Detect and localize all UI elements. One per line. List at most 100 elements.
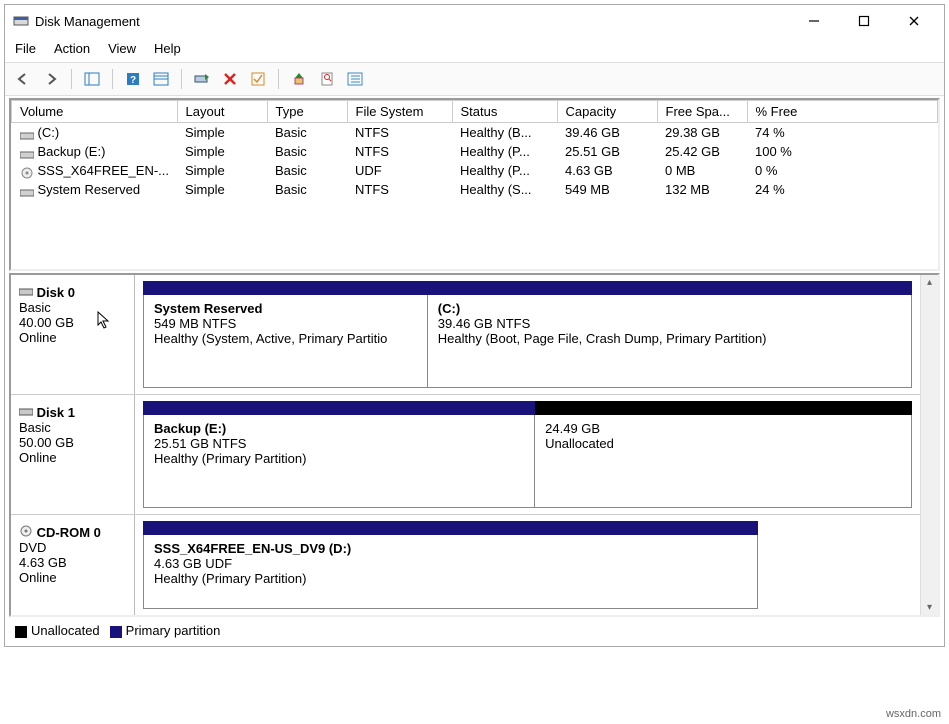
list-view-icon[interactable] <box>343 67 367 91</box>
partition-status: Unallocated <box>545 436 901 451</box>
partition-size: 25.51 GB NTFS <box>154 436 524 451</box>
col-capacity[interactable]: Capacity <box>557 101 657 123</box>
legend-unallocated: Unallocated <box>31 623 100 638</box>
partition-stripe-primary <box>143 401 535 415</box>
volume-capacity: 4.63 GB <box>557 161 657 180</box>
menu-help[interactable]: Help <box>154 41 181 56</box>
disk-partitions: Backup (E:) 25.51 GB NTFS Healthy (Prima… <box>135 395 920 514</box>
toolbar-separator <box>278 69 279 89</box>
volume-pct: 74 % <box>747 123 938 143</box>
volume-free: 132 MB <box>657 180 747 199</box>
maximize-button[interactable] <box>850 11 878 31</box>
menu-view[interactable]: View <box>108 41 136 56</box>
disk-row-disk0[interactable]: Disk 0 Basic 40.00 GB Online System Rese… <box>11 275 920 395</box>
volume-list-pane: Volume Layout Type File System Status Ca… <box>9 98 940 271</box>
checkbox-icon[interactable] <box>246 67 270 91</box>
action-list-icon[interactable] <box>149 67 173 91</box>
menu-file[interactable]: File <box>15 41 36 56</box>
back-button[interactable] <box>11 67 35 91</box>
toolbar-separator <box>112 69 113 89</box>
disk-row-disk1[interactable]: Disk 1 Basic 50.00 GB Online Backup (E:)… <box>11 395 920 515</box>
col-freespace[interactable]: Free Spa... <box>657 101 747 123</box>
rescan-disks-icon[interactable] <box>190 67 214 91</box>
scroll-down-icon[interactable]: ▾ <box>927 602 932 613</box>
titlebar: Disk Management <box>5 5 944 37</box>
disk-type: Basic <box>19 300 126 315</box>
col-layout[interactable]: Layout <box>177 101 267 123</box>
partition-stripe-empty <box>758 521 912 535</box>
volume-free: 0 MB <box>657 161 747 180</box>
properties-icon[interactable] <box>315 67 339 91</box>
partition-stripe-primary <box>143 521 758 535</box>
volume-type: Basic <box>267 123 347 143</box>
col-type[interactable]: Type <box>267 101 347 123</box>
volume-table[interactable]: Volume Layout Type File System Status Ca… <box>11 100 938 269</box>
minimize-button[interactable] <box>800 11 828 31</box>
volume-capacity: 39.46 GB <box>557 123 657 143</box>
table-row[interactable]: (C:) Simple Basic NTFS Healthy (B... 39.… <box>12 123 938 143</box>
delete-icon[interactable] <box>218 67 242 91</box>
volume-pct: 100 % <box>747 142 938 161</box>
disk-name: Disk 1 <box>37 405 75 420</box>
menu-action[interactable]: Action <box>54 41 90 56</box>
vertical-scrollbar[interactable]: ▴ ▾ <box>920 275 938 615</box>
table-row[interactable]: System Reserved Simple Basic NTFS Health… <box>12 180 938 199</box>
partition-status: Healthy (Boot, Page File, Crash Dump, Pr… <box>438 331 901 346</box>
volume-capacity: 549 MB <box>557 180 657 199</box>
toolbar-separator <box>71 69 72 89</box>
partition-title: (C:) <box>438 301 901 316</box>
volume-status: Healthy (P... <box>452 142 557 161</box>
partition-size: 24.49 GB <box>545 421 901 436</box>
partition-unallocated[interactable]: 24.49 GB Unallocated <box>535 415 911 507</box>
partition-size: 549 MB NTFS <box>154 316 417 331</box>
partition-title: System Reserved <box>154 301 417 316</box>
volume-fs: NTFS <box>347 142 452 161</box>
volume-status: Healthy (P... <box>452 161 557 180</box>
swatch-unallocated <box>15 626 27 638</box>
partition-backup-e[interactable]: Backup (E:) 25.51 GB NTFS Healthy (Prima… <box>144 415 535 507</box>
col-volume[interactable]: Volume <box>12 101 178 123</box>
forward-button[interactable] <box>39 67 63 91</box>
table-row[interactable]: SSS_X64FREE_EN-... Simple Basic UDF Heal… <box>12 161 938 180</box>
svg-text:?: ? <box>130 75 136 86</box>
volume-type: Basic <box>267 161 347 180</box>
volume-pct: 24 % <box>747 180 938 199</box>
app-icon <box>13 13 29 29</box>
partition-stripe-unallocated <box>535 401 912 415</box>
legend-primary: Primary partition <box>126 623 221 638</box>
help-icon[interactable]: ? <box>121 67 145 91</box>
up-arrow-icon[interactable] <box>287 67 311 91</box>
col-filesystem[interactable]: File System <box>347 101 452 123</box>
disk-state: Online <box>19 570 126 585</box>
disk-state: Online <box>19 450 126 465</box>
volume-layout: Simple <box>177 123 267 143</box>
volume-status: Healthy (S... <box>452 180 557 199</box>
partition-title: Backup (E:) <box>154 421 524 436</box>
disk-row-cdrom0[interactable]: CD-ROM 0 DVD 4.63 GB Online SSS_X64FREE_… <box>11 515 920 615</box>
col-pctfree[interactable]: % Free <box>747 101 938 123</box>
partition-size: 39.46 GB NTFS <box>438 316 901 331</box>
partition-status: Healthy (Primary Partition) <box>154 571 747 586</box>
disk-label: Disk 0 Basic 40.00 GB Online <box>11 275 135 394</box>
volume-name: System Reserved <box>38 182 141 197</box>
close-button[interactable] <box>900 11 928 31</box>
graphical-view-pane: Disk 0 Basic 40.00 GB Online System Rese… <box>9 273 940 617</box>
partition-status: Healthy (Primary Partition) <box>154 451 524 466</box>
table-row[interactable]: Backup (E:) Simple Basic NTFS Healthy (P… <box>12 142 938 161</box>
partition-stripe-primary <box>428 281 912 295</box>
window-controls <box>800 11 936 31</box>
disk-size: 50.00 GB <box>19 435 126 450</box>
volume-name: (C:) <box>38 125 60 140</box>
disk-partitions: System Reserved 549 MB NTFS Healthy (Sys… <box>135 275 920 394</box>
show-hide-console-tree-icon[interactable] <box>80 67 104 91</box>
scroll-up-icon[interactable]: ▴ <box>927 277 932 288</box>
volume-fs: UDF <box>347 161 452 180</box>
partition-system-reserved[interactable]: System Reserved 549 MB NTFS Healthy (Sys… <box>144 295 428 387</box>
drive-icon <box>20 186 34 196</box>
col-status[interactable]: Status <box>452 101 557 123</box>
volume-layout: Simple <box>177 142 267 161</box>
disk-partitions: SSS_X64FREE_EN-US_DV9 (D:) 4.63 GB UDF H… <box>135 515 920 615</box>
disk-management-window: Disk Management File Action View Help ? <box>4 4 945 647</box>
partition-dvd[interactable]: SSS_X64FREE_EN-US_DV9 (D:) 4.63 GB UDF H… <box>144 535 757 608</box>
partition-c[interactable]: (C:) 39.46 GB NTFS Healthy (Boot, Page F… <box>428 295 911 387</box>
